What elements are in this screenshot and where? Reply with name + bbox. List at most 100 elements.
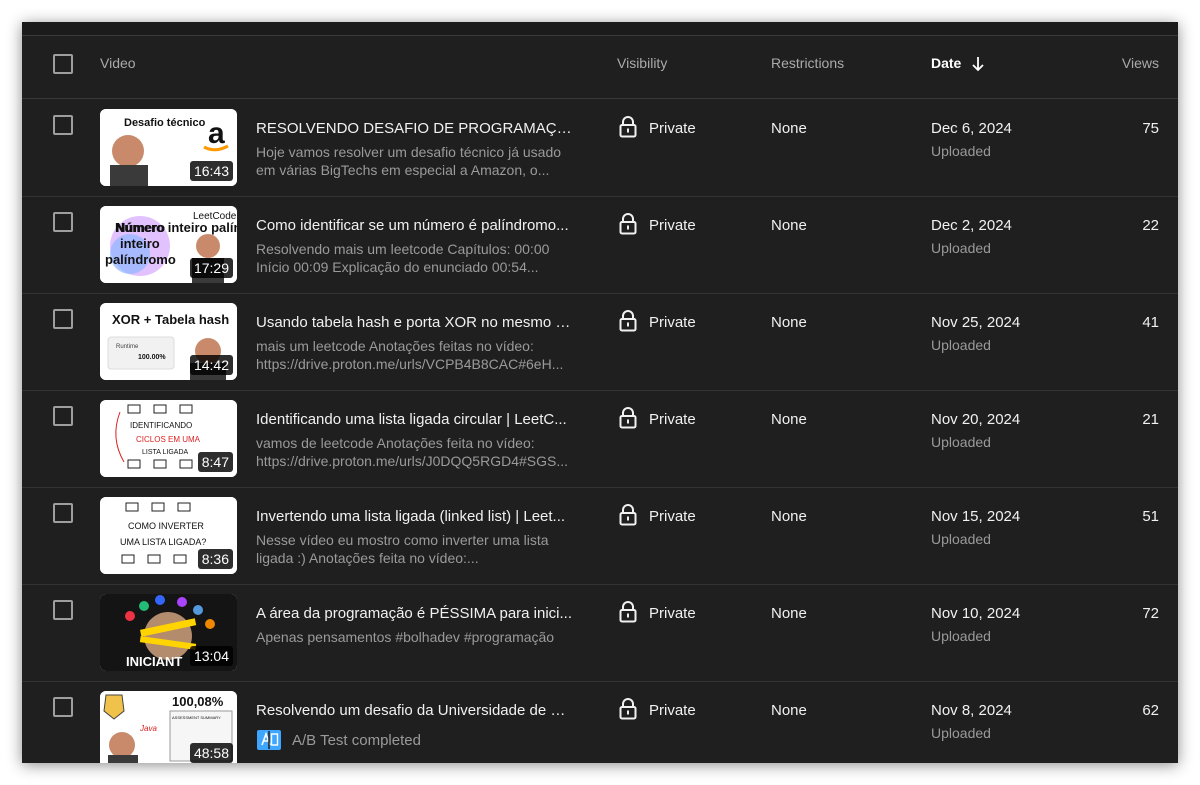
date-value: Nov 10, 2024 [931, 605, 1021, 622]
thumb-title: 100,08% [172, 694, 224, 709]
table-row[interactable]: Número inteiro palíndromo Número inteiro… [22, 197, 1178, 294]
visibility-value[interactable]: Private [649, 120, 696, 137]
lock-icon [619, 504, 637, 526]
video-thumbnail[interactable]: INICIANT 13:04 [100, 594, 237, 671]
lock-icon [619, 407, 637, 429]
column-views[interactable]: Views [1122, 36, 1159, 98]
table-row[interactable]: 100,08% Java ASSESSMENT SUMMARY 48:58 Re… [22, 682, 1178, 763]
visibility-value[interactable]: Private [649, 217, 696, 234]
table-row[interactable]: XOR + Tabela hash Runtime 100.00% 14:42 … [22, 294, 1178, 391]
views-count: 21 [1142, 411, 1159, 428]
visibility-value[interactable]: Private [649, 605, 696, 622]
thumb-runtime: Runtime [116, 344, 139, 350]
visibility-value[interactable]: Private [649, 411, 696, 428]
video-description: mais um leetcode Anotações feitas no víd… [256, 338, 564, 372]
upload-status: Uploaded [931, 531, 991, 547]
visibility-value[interactable]: Private [649, 508, 696, 525]
column-video[interactable]: Video [100, 36, 136, 98]
date-value: Nov 8, 2024 [931, 702, 1012, 719]
sort-down-icon [972, 57, 984, 72]
ab-test-icon [257, 730, 281, 750]
date-value: Dec 6, 2024 [931, 120, 1012, 137]
video-duration: 14:42 [189, 355, 233, 375]
thumb-subtitle-2: LISTA LIGADA [142, 449, 188, 456]
row-checkbox[interactable] [53, 309, 73, 329]
column-visibility[interactable]: Visibility [617, 36, 667, 98]
video-thumbnail[interactable]: XOR + Tabela hash Runtime 100.00% 14:42 [100, 303, 237, 380]
video-title[interactable]: A área da programação é PÉSSIMA para ini… [256, 605, 572, 622]
upload-status: Uploaded [931, 434, 991, 450]
video-thumbnail[interactable]: Desafio técnico a 16:43 [100, 109, 237, 186]
thumb-title: COMO INVERTER [128, 521, 204, 531]
views-count: 51 [1142, 508, 1159, 525]
row-checkbox[interactable] [53, 503, 73, 523]
row-checkbox[interactable] [53, 697, 73, 717]
column-date[interactable]: Date [931, 36, 985, 98]
restrictions-value: None [771, 217, 807, 234]
video-thumbnail[interactable]: Número inteiro palíndromo Número inteiro… [100, 206, 237, 283]
video-description: Resolvendo mais um leetcode Capítulos: 0… [256, 241, 550, 275]
table-row[interactable]: INICIANT 13:04 A área da programação é P… [22, 585, 1178, 682]
table-row[interactable]: Desafio técnico a 16:43 RESOLVENDO DESAF… [22, 100, 1178, 197]
table-row[interactable]: IDENTIFICANDO CICLOS EM UMA LISTA LIGADA… [22, 391, 1178, 488]
row-checkbox[interactable] [53, 406, 73, 426]
row-checkbox[interactable] [53, 212, 73, 232]
video-duration: 17:29 [189, 258, 233, 278]
video-title[interactable]: Identificando uma lista ligada circular … [256, 411, 572, 428]
thumb-title: IDENTIFICANDO [130, 421, 192, 430]
date-value: Nov 25, 2024 [931, 314, 1021, 331]
video-title[interactable]: RESOLVENDO DESAFIO DE PROGRAMAÇÃO ... [256, 120, 572, 137]
video-title[interactable]: Resolvendo um desafio da Universidade de… [256, 702, 572, 719]
video-duration: 8:47 [197, 452, 233, 472]
video-thumbnail[interactable]: COMO INVERTER UMA LISTA LIGADA? 8:36 [100, 497, 237, 574]
video-thumbnail[interactable]: IDENTIFICANDO CICLOS EM UMA LISTA LIGADA… [100, 400, 237, 477]
thumb-java: Java [139, 724, 157, 733]
lock-icon [619, 601, 637, 623]
lock-icon [619, 698, 637, 720]
upload-status: Uploaded [931, 240, 991, 256]
video-thumbnail[interactable]: 100,08% Java ASSESSMENT SUMMARY 48:58 [100, 691, 237, 763]
views-count: 22 [1142, 217, 1159, 234]
visibility-value[interactable]: Private [649, 702, 696, 719]
column-date-label: Date [931, 55, 962, 71]
date-value: Nov 15, 2024 [931, 508, 1021, 525]
video-title[interactable]: Como identificar se um número é palíndro… [256, 217, 572, 234]
row-checkbox[interactable] [53, 600, 73, 620]
video-duration: 13:04 [189, 646, 233, 666]
restrictions-value: None [771, 411, 807, 428]
select-all-checkbox[interactable] [53, 54, 73, 74]
video-title[interactable]: Invertendo uma lista ligada (linked list… [256, 508, 572, 525]
thumb-brand: LeetCode [193, 211, 237, 222]
svg-text:inteiro: inteiro [120, 236, 160, 251]
lock-icon [619, 310, 637, 332]
thumb-assessment: ASSESSMENT SUMMARY [172, 715, 221, 720]
ab-test-status[interactable]: A/B Test completed [256, 728, 421, 752]
upload-status: Uploaded [931, 143, 991, 159]
top-strip [22, 22, 1178, 36]
svg-text:palíndromo: palíndromo [105, 252, 176, 267]
ab-test-label: A/B Test completed [292, 731, 421, 749]
restrictions-value: None [771, 120, 807, 137]
thumb-title: XOR + Tabela hash [112, 312, 229, 327]
column-restrictions[interactable]: Restrictions [771, 36, 844, 98]
video-duration: 8:36 [197, 549, 233, 569]
table-header: Video Visibility Restrictions Date Views [22, 36, 1178, 99]
visibility-value[interactable]: Private [649, 314, 696, 331]
views-count: 62 [1142, 702, 1159, 719]
video-description: Nesse vídeo eu mostro como inverter uma … [256, 532, 549, 566]
restrictions-value: None [771, 702, 807, 719]
date-value: Nov 20, 2024 [931, 411, 1021, 428]
thumb-percent: 100.00% [138, 354, 166, 361]
views-count: 41 [1142, 314, 1159, 331]
video-duration: 48:58 [189, 743, 233, 763]
video-description: Apenas pensamentos #bolhadev #programaçã… [256, 629, 555, 645]
video-description: Hoje vamos resolver um desafio técnico j… [256, 144, 562, 178]
date-value: Dec 2, 2024 [931, 217, 1012, 234]
video-title[interactable]: Usando tabela hash e porta XOR no mesmo … [256, 314, 572, 331]
svg-text:a: a [208, 117, 225, 150]
row-checkbox[interactable] [53, 115, 73, 135]
restrictions-value: None [771, 314, 807, 331]
upload-status: Uploaded [931, 725, 991, 741]
thumb-title: Desafio técnico [124, 117, 206, 129]
table-row[interactable]: COMO INVERTER UMA LISTA LIGADA? 8:36 Inv… [22, 488, 1178, 585]
